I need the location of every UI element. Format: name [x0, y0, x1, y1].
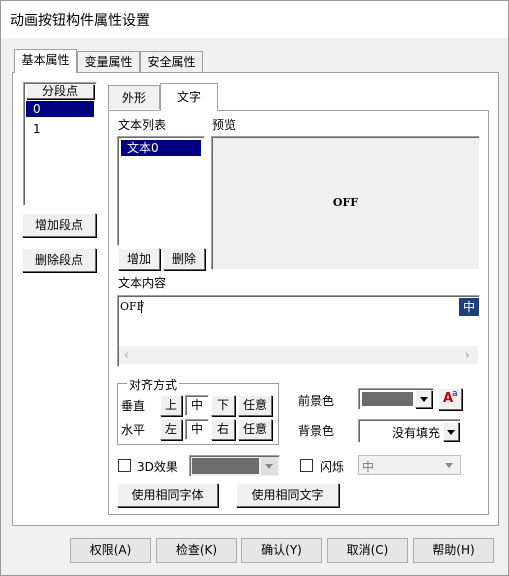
- halign-right-button[interactable]: 右: [211, 419, 235, 440]
- scroll-left-icon[interactable]: ‹: [124, 348, 129, 362]
- text-list-item-0[interactable]: 文本0: [121, 140, 201, 156]
- horizontal-label: 水平: [121, 423, 146, 437]
- text-content-label: 文本内容: [118, 276, 167, 290]
- halign-any-button[interactable]: 任意: [238, 419, 272, 440]
- effect3d-checkbox[interactable]: [118, 459, 131, 472]
- preview-text: OFF: [332, 196, 359, 209]
- blink-label: 闪烁: [320, 460, 345, 474]
- chevron-down-icon: [447, 430, 455, 435]
- foreground-color-dropdown[interactable]: [415, 390, 432, 408]
- vertical-label: 垂直: [121, 399, 146, 413]
- segment-list-header: 分段点: [26, 84, 94, 99]
- window-title: 动画按钮构件属性设置: [10, 13, 150, 29]
- chevron-down-icon: [445, 463, 453, 468]
- permission-button[interactable]: 权限(A): [70, 538, 151, 563]
- cancel-button[interactable]: 取消(C): [327, 538, 408, 563]
- use-same-font-button[interactable]: 使用相同字体: [117, 483, 218, 507]
- delete-text-button[interactable]: 删除: [163, 248, 205, 270]
- effect3d-color-swatch: [192, 458, 259, 474]
- effect3d-dropdown[interactable]: [261, 457, 278, 475]
- valign-top-button[interactable]: 上: [160, 395, 182, 416]
- segment-item-0[interactable]: 0: [26, 101, 94, 117]
- font-icon-sup: a: [452, 389, 458, 399]
- blink-checkbox[interactable]: [300, 459, 313, 472]
- use-same-text-button[interactable]: 使用相同文字: [236, 483, 339, 507]
- background-color-label: 背景色: [298, 424, 335, 438]
- tab-security-properties[interactable]: 安全属性: [140, 51, 203, 73]
- font-settings-button[interactable]: A a: [438, 388, 462, 410]
- confirm-button[interactable]: 确认(Y): [241, 538, 322, 563]
- segment-item-1[interactable]: 1: [26, 121, 94, 137]
- add-segment-button[interactable]: 增加段点: [22, 213, 96, 237]
- halign-center-button[interactable]: 中: [185, 419, 209, 440]
- tab-variable-properties[interactable]: 变量属性: [77, 51, 140, 73]
- check-button[interactable]: 检查(K): [156, 538, 237, 563]
- text-list-label: 文本列表: [118, 118, 167, 132]
- blink-speed-value: 中: [362, 460, 375, 474]
- foreground-color-swatch: [362, 392, 413, 406]
- valign-bottom-button[interactable]: 下: [211, 395, 235, 416]
- scroll-right-icon[interactable]: ›: [465, 348, 470, 362]
- preview-label: 预览: [212, 118, 237, 132]
- background-color-value: 没有填充: [391, 426, 440, 440]
- valign-middle-button[interactable]: 中: [185, 395, 209, 416]
- tab-basic-properties[interactable]: 基本属性: [14, 49, 77, 73]
- valign-any-button[interactable]: 任意: [238, 395, 272, 416]
- horizontal-scrollbar[interactable]: [119, 346, 478, 364]
- foreground-color-label: 前景色: [298, 394, 335, 408]
- halign-left-button[interactable]: 左: [160, 419, 182, 440]
- chevron-down-icon: [420, 397, 428, 402]
- subtab-appearance[interactable]: 外形: [108, 85, 160, 109]
- ime-indicator-icon[interactable]: 中: [459, 298, 479, 316]
- chevron-down-icon: [265, 464, 273, 469]
- help-button[interactable]: 帮助(H): [413, 538, 494, 563]
- text-caret: [141, 300, 142, 313]
- add-text-button[interactable]: 增加: [118, 248, 160, 270]
- effect3d-label: 3D效果: [137, 460, 178, 474]
- subtab-text[interactable]: 文字: [160, 83, 218, 111]
- alignment-legend: 对齐方式: [127, 376, 180, 393]
- background-color-dropdown[interactable]: [443, 422, 459, 441]
- delete-segment-button[interactable]: 删除段点: [22, 248, 96, 272]
